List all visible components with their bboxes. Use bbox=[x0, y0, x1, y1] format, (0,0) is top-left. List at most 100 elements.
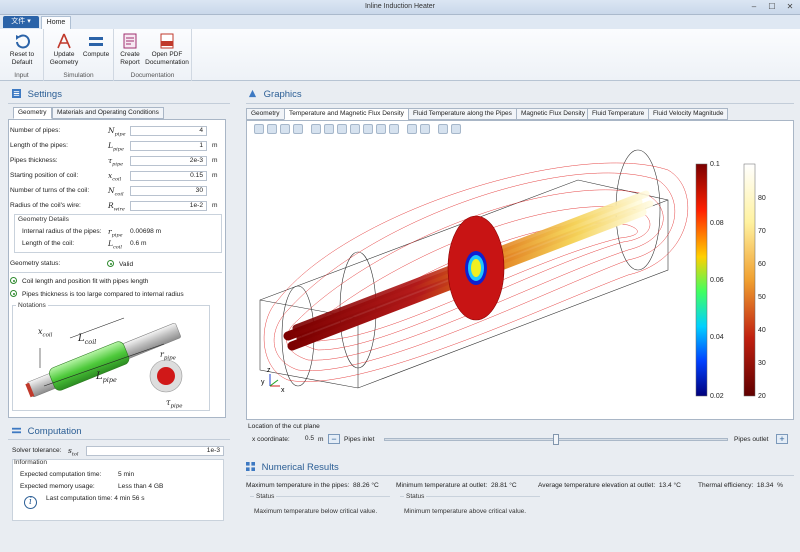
tab-fluid-temp-pipes[interactable]: Fluid Temperature along the Pipes bbox=[408, 108, 517, 120]
computation-header: Computation bbox=[12, 426, 82, 440]
tab-geometry[interactable]: Geometry bbox=[13, 107, 52, 119]
param-starting-position: Starting position of coil: xcoil 0.15 m bbox=[10, 171, 218, 183]
axis-triad bbox=[269, 374, 280, 387]
camera-icon[interactable] bbox=[438, 124, 448, 134]
last-computation-row: Last computation time: 4 min 56 s bbox=[46, 495, 145, 502]
solver-tolerance-input[interactable]: 1e-3 bbox=[86, 446, 224, 456]
view-3d-icon[interactable] bbox=[363, 124, 373, 134]
view-xy-icon[interactable] bbox=[324, 124, 334, 134]
x-coordinate-value[interactable]: 0.5 bbox=[300, 435, 314, 444]
information-title: Information bbox=[14, 459, 47, 466]
length-of-pipes-input[interactable]: 1 bbox=[130, 141, 207, 151]
number-of-pipes-input[interactable]: 4 bbox=[130, 126, 207, 136]
zoom-out-icon[interactable] bbox=[267, 124, 277, 134]
cb-left-tick-0: 0.1 bbox=[710, 161, 720, 168]
title-bar: Inline Induction Heater – ☐ ✕ bbox=[0, 0, 800, 15]
axis-label-y: y bbox=[261, 379, 265, 386]
status-box-min: Status Minimum temperature above critica… bbox=[400, 493, 540, 538]
param-number-of-turns: Number of turns of the coil: Ncoil 30 bbox=[10, 186, 210, 198]
zoom-extents-icon[interactable] bbox=[293, 124, 303, 134]
starting-position-input[interactable]: 0.15 bbox=[130, 171, 207, 181]
transparency-icon[interactable] bbox=[389, 124, 399, 134]
notation-rpipe: rpipe bbox=[160, 350, 176, 362]
print-icon[interactable] bbox=[451, 124, 461, 134]
reset-to-default-button[interactable]: Reset to Default bbox=[2, 33, 42, 66]
maximize-button[interactable]: ☐ bbox=[766, 2, 778, 12]
geometry-details-title: Geometry Details bbox=[18, 216, 69, 223]
close-button[interactable]: ✕ bbox=[784, 2, 796, 12]
colorbar-flux-density bbox=[695, 163, 708, 397]
notations-title: Notations bbox=[16, 302, 48, 309]
increment-button[interactable]: + bbox=[776, 434, 788, 444]
file-menu-button[interactable]: 文件 ▾ bbox=[3, 16, 39, 28]
ok-icon bbox=[10, 277, 17, 284]
x-coordinate-unit: m bbox=[318, 436, 324, 443]
zoom-box-icon[interactable] bbox=[280, 124, 290, 134]
cb-right-tick-6: 20 bbox=[758, 393, 766, 400]
tab-materials[interactable]: Materials and Operating Conditions bbox=[52, 107, 164, 119]
cb-left-tick-4: 0.02 bbox=[710, 393, 724, 400]
tab-fluid-velocity[interactable]: Fluid Velocity Magnitude bbox=[648, 108, 729, 120]
message-coil-fit: Coil length and position fit with pipes … bbox=[10, 276, 210, 287]
view-axis-icon[interactable] bbox=[311, 124, 321, 134]
notation-lpipe: Lpipe bbox=[96, 371, 117, 384]
detail-length-of-coil: Length of the coil: Lcoil 0.6 m bbox=[22, 239, 147, 251]
view-zx-icon[interactable] bbox=[350, 124, 360, 134]
notation-xcoil: xcoil bbox=[38, 327, 53, 339]
valid-check-icon bbox=[107, 260, 114, 267]
axis-label-x: x bbox=[281, 387, 285, 394]
tab-graphics-geometry[interactable]: Geometry bbox=[246, 108, 285, 120]
scene-light-icon[interactable] bbox=[407, 124, 417, 134]
info-icon: i bbox=[24, 496, 37, 509]
avg-temp-row: Average temperature elevation at outlet:… bbox=[538, 482, 681, 489]
thermal-efficiency-row: Thermal efficiency: 18.34 % bbox=[698, 482, 783, 489]
cb-right-tick-0: 80 bbox=[758, 195, 766, 202]
solver-tolerance-row: Solver tolerance: stol 1e-3 bbox=[12, 446, 224, 458]
notation-tpipe: τpipe bbox=[166, 398, 183, 410]
tab-home[interactable]: Home bbox=[41, 16, 71, 30]
colorbar-temperature bbox=[743, 163, 756, 397]
axis-label-z: z bbox=[267, 367, 271, 374]
cut-plane-disc bbox=[447, 215, 505, 321]
status-box-max: Status Maximum temperature below critica… bbox=[250, 493, 390, 538]
param-length-of-pipes: Length of the pipes: Lpipe 1 m bbox=[10, 141, 218, 153]
tab-magnetic-flux[interactable]: Magnetic Flux Density bbox=[516, 108, 590, 120]
zoom-in-icon[interactable] bbox=[254, 124, 264, 134]
ribbon-group-input: Reset to Default Input bbox=[0, 29, 44, 81]
numerical-results-body: Maximum temperature in the pipes: 88.26 … bbox=[246, 476, 794, 546]
expected-time-row: Expected computation time: 5 min bbox=[20, 471, 135, 478]
grid-icon[interactable] bbox=[420, 124, 430, 134]
ribbon-group-documentation: Create Report Open PDF Documentation Doc… bbox=[114, 29, 192, 81]
pipes-outlet-label: Pipes outlet bbox=[734, 436, 769, 443]
numerical-results-header: Numerical Results bbox=[246, 462, 339, 476]
ribbon-group-simulation: Update Geometry Compute Simulation bbox=[44, 29, 114, 81]
computation-icon bbox=[12, 427, 21, 434]
wire-radius-input[interactable]: 1e-2 bbox=[130, 201, 207, 211]
wireframe-icon[interactable] bbox=[376, 124, 386, 134]
max-temp-row: Maximum temperature in the pipes: 88.26 … bbox=[246, 482, 379, 489]
param-pipes-thickness: Pipes thickness: τpipe 2e-3 m bbox=[10, 156, 218, 168]
open-pdf-documentation-button[interactable]: Open PDF Documentation bbox=[144, 33, 190, 66]
settings-header: Settings bbox=[12, 89, 62, 103]
number-of-turns-input[interactable]: 30 bbox=[130, 186, 207, 196]
notations-diagram bbox=[25, 317, 183, 398]
results-grid-icon bbox=[246, 462, 255, 471]
cb-right-tick-2: 60 bbox=[758, 261, 766, 268]
detail-internal-radius: Internal radius of the pipes: rpipe 0.00… bbox=[22, 227, 162, 239]
ok-icon bbox=[10, 290, 17, 297]
equals-icon bbox=[89, 37, 103, 46]
tab-fluid-temperature[interactable]: Fluid Temperature bbox=[587, 108, 650, 120]
minimize-button[interactable]: – bbox=[748, 2, 760, 12]
reset-icon bbox=[16, 34, 30, 49]
message-thickness: Pipes thickness is too large compared to… bbox=[10, 289, 210, 300]
cb-left-tick-1: 0.08 bbox=[710, 220, 724, 227]
report-icon bbox=[123, 33, 137, 49]
ribbon: Reset to Default Input Update Geometry C… bbox=[0, 29, 800, 81]
tab-temperature-flux[interactable]: Temperature and Magnetic Flux Density bbox=[284, 108, 409, 120]
view-yz-icon[interactable] bbox=[337, 124, 347, 134]
cut-plane-slider-thumb[interactable] bbox=[553, 434, 559, 445]
cb-left-tick-2: 0.06 bbox=[710, 277, 724, 284]
decrement-button[interactable]: − bbox=[328, 434, 340, 444]
pipes-thickness-input[interactable]: 2e-3 bbox=[130, 156, 207, 166]
cb-right-tick-5: 30 bbox=[758, 360, 766, 367]
